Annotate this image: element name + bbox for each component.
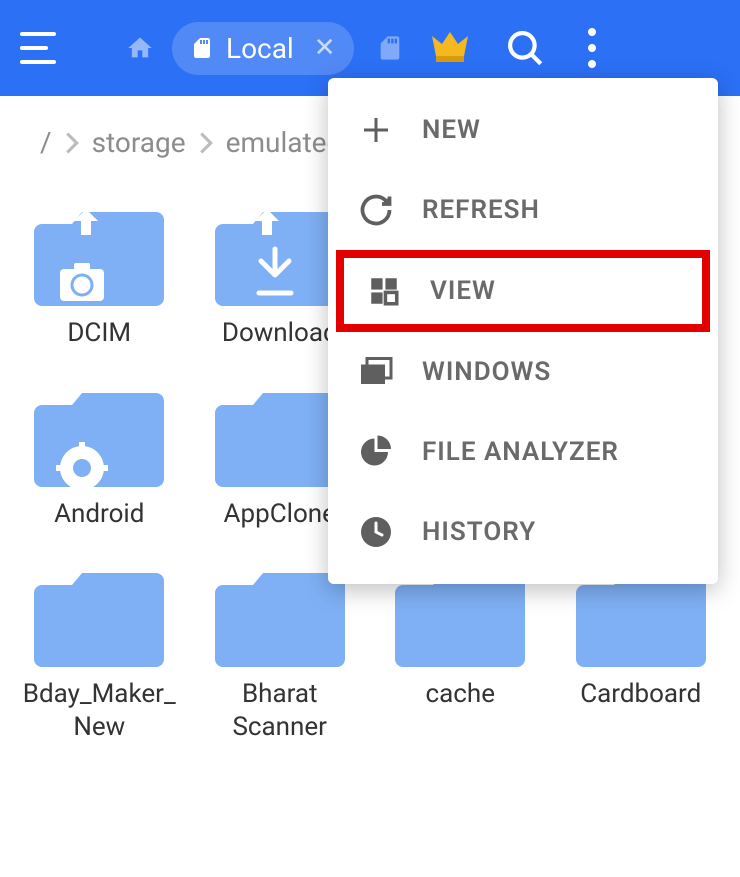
folder-label: Cardboard — [580, 678, 701, 711]
menu-item-windows[interactable]: WINDOWS — [328, 332, 718, 412]
folder-item-dcim[interactable]: DCIM — [14, 199, 185, 350]
menu-item-file-analyzer[interactable]: FILE ANALYZER — [328, 412, 718, 492]
folder-icon — [215, 560, 345, 670]
breadcrumb-part[interactable]: emulated — [226, 126, 343, 159]
folder-label: Bday_Maker_New — [19, 678, 179, 743]
menu-label: FILE ANALYZER — [422, 437, 619, 467]
menu-item-view[interactable]: VIEW — [336, 250, 710, 332]
sd-card-icon — [190, 36, 214, 60]
folder-item-cache[interactable]: cache — [375, 560, 546, 743]
folder-item-cardboard[interactable]: Cardboard — [556, 560, 727, 743]
overflow-dropdown-menu: NEW REFRESH VIEW WINDOWS FILE ANALYZER H… — [328, 78, 718, 584]
menu-label: REFRESH — [422, 195, 540, 225]
folder-label: Download — [222, 317, 338, 350]
menu-label: WINDOWS — [422, 357, 551, 387]
plus-icon — [356, 110, 396, 150]
windows-icon — [356, 352, 396, 392]
menu-item-history[interactable]: HISTORY — [328, 492, 718, 572]
folder-item-android[interactable]: Android — [14, 380, 185, 531]
folder-label: AppClone — [224, 498, 336, 531]
folder-icon — [34, 560, 164, 670]
folder-item-bday-maker[interactable]: Bday_Maker_New — [14, 560, 185, 743]
folder-icon — [215, 380, 345, 490]
folder-icon — [215, 199, 345, 309]
breadcrumb-part[interactable]: storage — [92, 126, 186, 159]
chevron-right-icon — [64, 132, 80, 154]
search-icon[interactable] — [504, 27, 546, 69]
hamburger-menu-icon[interactable] — [20, 26, 64, 70]
chevron-right-icon — [198, 132, 214, 154]
folder-icon — [34, 380, 164, 490]
tab-label: Local — [226, 32, 294, 65]
tab-local[interactable]: Local ✕ — [172, 22, 354, 75]
refresh-icon — [356, 190, 396, 230]
menu-item-refresh[interactable]: REFRESH — [328, 170, 718, 250]
overflow-menu-icon[interactable] — [588, 28, 596, 68]
pie-icon — [356, 432, 396, 472]
menu-label: HISTORY — [422, 517, 536, 547]
breadcrumb-root[interactable]: / — [40, 126, 52, 159]
close-tab-icon[interactable]: ✕ — [314, 33, 336, 63]
folder-icon — [34, 199, 164, 309]
folder-item-bharat-scanner[interactable]: Bharat Scanner — [195, 560, 366, 743]
grid-icon — [364, 271, 404, 311]
folder-label: DCIM — [67, 317, 131, 350]
folder-label: cache — [426, 678, 495, 711]
folder-label: Android — [54, 498, 144, 531]
menu-label: NEW — [422, 115, 481, 145]
menu-item-new[interactable]: NEW — [328, 90, 718, 170]
home-icon[interactable] — [126, 34, 154, 62]
crown-icon[interactable] — [426, 24, 474, 72]
menu-label: VIEW — [430, 276, 496, 306]
folder-label: Bharat Scanner — [200, 678, 360, 743]
sd-card-inactive-icon[interactable] — [376, 34, 404, 62]
clock-icon — [356, 512, 396, 552]
